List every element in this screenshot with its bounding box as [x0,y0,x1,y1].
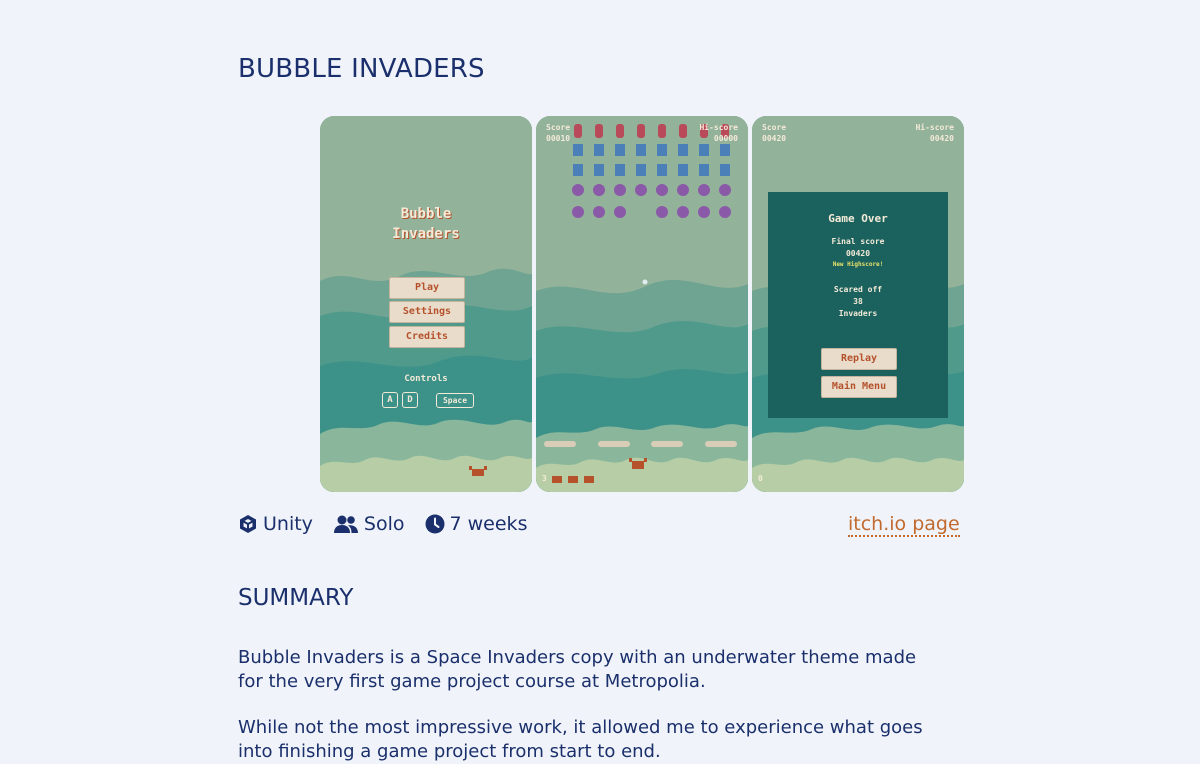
settings-button[interactable]: Settings [389,301,465,323]
scared-off-value: 38 [853,297,863,306]
game-title-line2: Invaders [392,226,460,242]
hiscore-label: Hi-score [915,123,954,132]
score-value: 00010 [546,134,571,143]
itch-io-link[interactable]: itch.io page [848,513,960,537]
score-value: 00420 [762,134,787,143]
summary-paragraph-2: While not the most impressive work, it a… [238,717,923,762]
hiscore-value: 00000 [713,134,738,143]
users-icon [333,515,358,533]
key-d: D [402,392,418,408]
screenshot-main-menu[interactable]: Bubble Invaders Play Settings Credits Co… [320,116,532,492]
screenshot-gallery: Bubble Invaders Play Settings Credits Co… [320,116,964,492]
key-a: A [382,392,398,408]
gameplay-field [536,116,748,492]
summary-paragraph-1: Bubble Invaders is a Space Invaders copy… [238,647,917,692]
key-space: Space [436,393,474,408]
controls-label: Controls [404,374,448,384]
final-score-label: Final score [831,237,885,246]
lives-count: 3 [542,474,547,483]
duration-tag: 7 weeks [425,513,528,535]
screenshot-game-over[interactable]: Score 00420 Hi-score 00420 Game Over Fin… [752,116,964,492]
credits-button[interactable]: Credits [389,326,465,348]
page-title: BUBBLE INVADERS [238,54,485,84]
engine-label: Unity [263,513,313,535]
play-button[interactable]: Play [389,277,465,299]
lives-icons [552,476,594,483]
game-title-line1: Bubble [400,206,452,222]
clock-icon [425,514,445,534]
team-label: Solo [363,513,405,535]
team-tag: Solo [333,513,405,535]
hiscore-value: 00420 [929,134,954,143]
summary-heading: SUMMARY [238,585,354,611]
replay-button[interactable]: Replay [821,348,897,370]
invaders-label: Invaders [838,309,878,318]
bubble-shot [642,279,648,285]
score-label: Score [546,123,571,132]
project-meta: Unity Solo 7 weeks [238,513,547,535]
game-over-heading: Game Over [828,212,888,225]
hiscore-label: Hi-score [699,123,738,132]
final-score-value: 00420 [845,249,871,258]
scared-off-label: Scared off [833,285,883,294]
lives-count: 0 [758,474,763,483]
new-highscore-badge: New Highscore! [832,261,884,268]
game-over-panel: Game Over Final score 00420 New Highscor… [768,192,948,418]
screenshot-gameplay[interactable]: Score 00010 Hi-score 00000 3 [536,116,748,492]
duration-label: 7 weeks [449,513,528,535]
engine-tag: Unity [238,513,313,535]
unity-icon [240,515,256,533]
main-menu-button[interactable]: Main Menu [821,376,897,398]
score-label: Score [762,123,787,132]
